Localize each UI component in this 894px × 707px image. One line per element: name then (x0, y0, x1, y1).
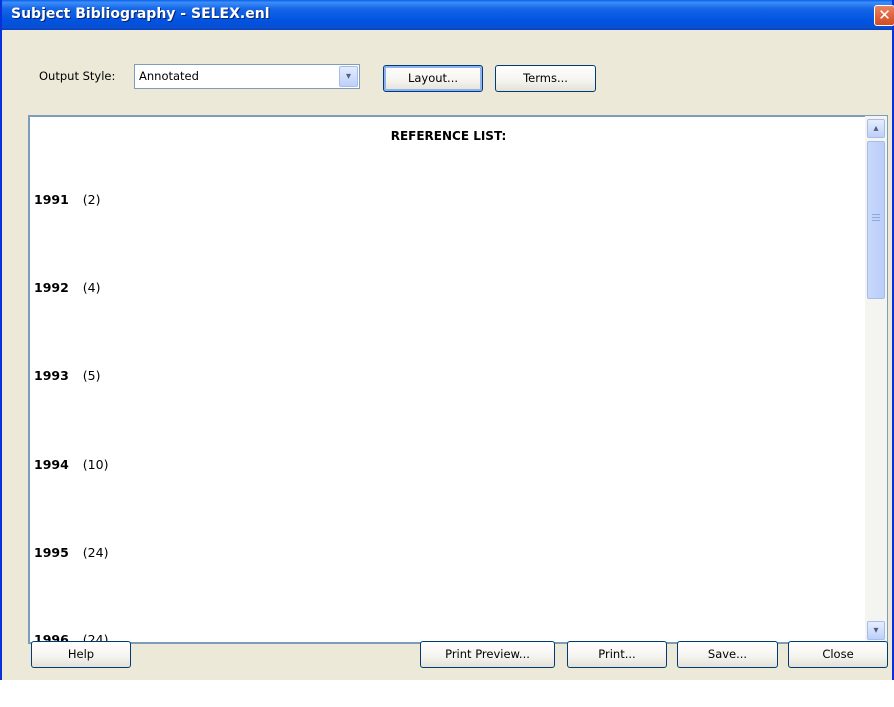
year-label: 1991 (34, 192, 69, 207)
save-button[interactable]: Save... (677, 641, 778, 668)
reference-count: (2) (82, 192, 101, 207)
scrollbar-thumb[interactable] (867, 141, 885, 299)
window-title: Subject Bibliography - SELEX.enl (11, 6, 270, 22)
reference-count: (10) (82, 457, 109, 472)
chevron-down-icon: ▾ (345, 71, 352, 82)
close-icon: ✕ (878, 6, 891, 24)
dropdown-arrow-button[interactable]: ▾ (339, 66, 358, 87)
help-button[interactable]: Help (31, 641, 131, 668)
chevron-down-icon: ▾ (873, 625, 879, 636)
output-style-value: Annotated (139, 69, 199, 83)
year-label: 1995 (34, 545, 69, 560)
year-entry: 1994 (10) (34, 456, 108, 474)
reference-list-heading: REFERENCE LIST: (390, 129, 507, 143)
year-label: 1992 (34, 280, 69, 295)
layout-button[interactable]: Layout... (383, 65, 483, 92)
chevron-up-icon: ▴ (873, 123, 879, 134)
grip-icon (872, 214, 880, 223)
terms-button[interactable]: Terms... (495, 65, 596, 92)
reference-count: (4) (82, 280, 101, 295)
title-bar[interactable]: Subject Bibliography - SELEX.enl ✕ (2, 0, 894, 30)
subject-bibliography-dialog: Subject Bibliography - SELEX.enl ✕ Outpu… (0, 0, 894, 680)
output-style-label: Output Style: (39, 69, 116, 83)
reference-list-preview[interactable]: REFERENCE LIST: 1991 (2) 1992 (4) 1993 (5) … (28, 115, 865, 644)
scroll-down-button[interactable]: ▾ (867, 621, 885, 640)
year-entry: 1995 (24) (34, 544, 108, 562)
reference-count: (24) (82, 545, 109, 560)
vertical-scrollbar[interactable]: ▴ ▾ (865, 115, 888, 644)
print-button[interactable]: Print... (567, 641, 667, 668)
year-label: 1994 (34, 457, 69, 472)
output-style-select[interactable]: Annotated ▾ (134, 64, 360, 89)
reference-count: (5) (82, 368, 101, 383)
close-button[interactable]: Close (788, 641, 888, 668)
year-entry: 1992 (4) (34, 279, 101, 297)
scroll-up-button[interactable]: ▴ (867, 119, 885, 138)
print-preview-button[interactable]: Print Preview... (420, 641, 555, 668)
year-label: 1993 (34, 368, 69, 383)
year-entry: 1991 (2) (34, 191, 101, 209)
close-window-button[interactable]: ✕ (874, 5, 894, 26)
year-entry: 1993 (5) (34, 367, 101, 385)
